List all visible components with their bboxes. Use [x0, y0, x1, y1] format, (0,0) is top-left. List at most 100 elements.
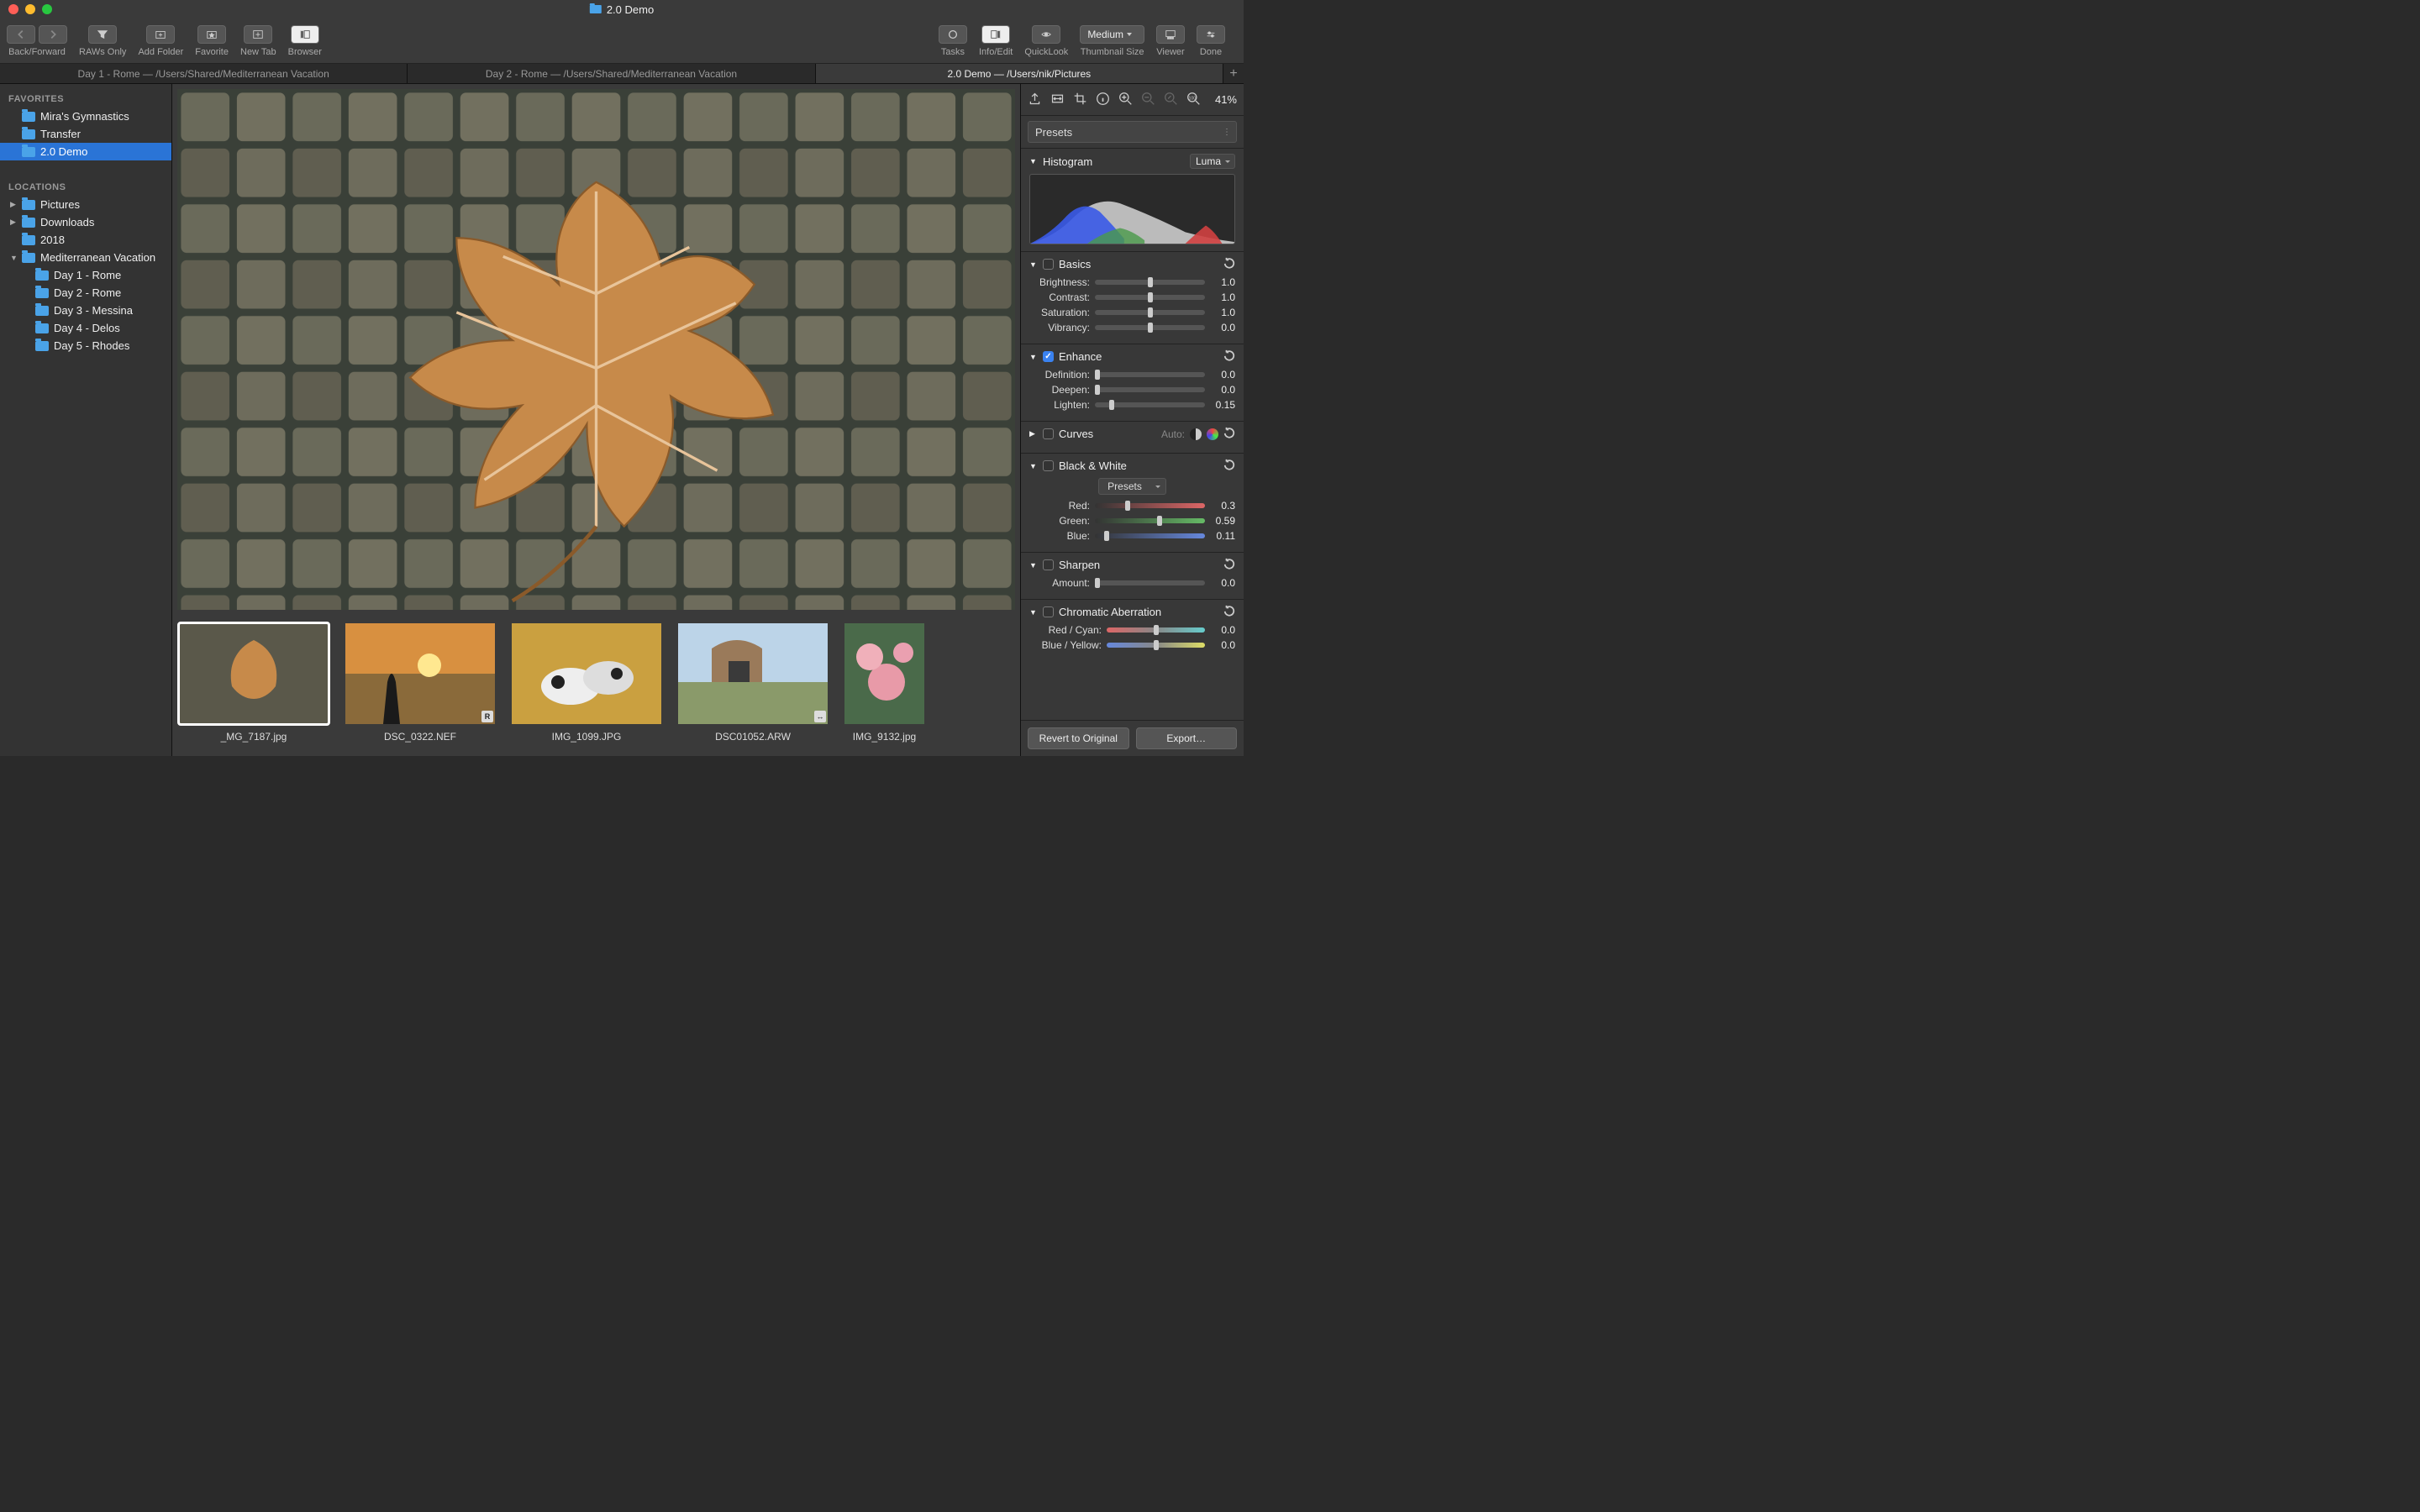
crop-icon[interactable]	[1073, 92, 1087, 108]
reset-icon[interactable]	[1223, 349, 1235, 364]
revert-button[interactable]: Revert to Original	[1028, 727, 1129, 749]
reset-icon[interactable]	[1223, 605, 1235, 619]
sidebar-item[interactable]: Transfer	[0, 125, 171, 143]
favorite-button[interactable]	[197, 25, 226, 44]
tab[interactable]: 2.0 Demo — /Users/nik/Pictures	[816, 64, 1223, 83]
sidebar-item[interactable]: Mira's Gymnastics	[0, 108, 171, 125]
section-header[interactable]: ▼ Black & White	[1029, 459, 1235, 473]
info-icon[interactable]	[1096, 92, 1110, 108]
add-folder-button[interactable]	[146, 25, 175, 44]
sidebar-item[interactable]: Day 3 - Messina	[0, 302, 171, 319]
definition-slider[interactable]	[1095, 372, 1205, 377]
select-value: Presets	[1107, 480, 1142, 492]
ca-red-cyan-slider[interactable]	[1107, 627, 1205, 633]
sidebar-item[interactable]: ▶Pictures	[0, 196, 171, 213]
thumbnail[interactable]: ↔ DSC01052.ARW	[678, 623, 828, 756]
thumbnail-image[interactable]	[512, 623, 661, 724]
sidebar-item[interactable]: 2.0 Demo	[0, 143, 171, 160]
folder-icon	[22, 218, 35, 228]
auto-color-button[interactable]	[1207, 428, 1218, 440]
toolbar-tasks: Tasks	[939, 25, 967, 57]
image-preview[interactable]	[172, 84, 1020, 615]
section-checkbox[interactable]	[1043, 351, 1054, 362]
tab[interactable]: Day 2 - Rome — /Users/Shared/Mediterrane…	[408, 64, 815, 83]
contrast-slider[interactable]	[1095, 295, 1205, 300]
thumbnail-image[interactable]: R	[345, 623, 495, 724]
section-checkbox[interactable]	[1043, 428, 1054, 439]
sidebar-item[interactable]: ▼Mediterranean Vacation	[0, 249, 171, 266]
histogram-mode-select[interactable]: Luma	[1190, 154, 1235, 169]
vibrancy-slider[interactable]	[1095, 325, 1205, 330]
section-header[interactable]: ▼ Basics	[1029, 257, 1235, 271]
select-value: Medium	[1087, 29, 1123, 40]
forward-button[interactable]	[39, 25, 67, 44]
section-checkbox[interactable]	[1043, 606, 1054, 617]
tasks-button[interactable]	[939, 25, 967, 44]
thumbnail[interactable]: R DSC_0322.NEF	[345, 623, 495, 756]
zoom-in-icon[interactable]	[1118, 92, 1133, 108]
fullscreen-window-button[interactable]	[42, 4, 52, 14]
reset-icon[interactable]	[1223, 558, 1235, 572]
quicklook-button[interactable]	[1032, 25, 1060, 44]
viewer-button[interactable]	[1156, 25, 1185, 44]
reset-icon[interactable]	[1223, 257, 1235, 271]
bw-green-slider[interactable]	[1095, 518, 1205, 523]
section-basics: ▼ Basics Brightness:1.0 Contrast:1.0 Sat…	[1021, 251, 1244, 344]
thumbnail-image[interactable]: ↔	[678, 623, 828, 724]
thumbnail-image[interactable]	[844, 623, 924, 724]
bw-red-slider[interactable]	[1095, 503, 1205, 508]
sidebar-item[interactable]: Day 2 - Rome	[0, 284, 171, 302]
zoom-reset-icon[interactable]	[1164, 92, 1178, 108]
tab[interactable]: Day 1 - Rome — /Users/Shared/Mediterrane…	[0, 64, 408, 83]
thumbnail[interactable]: _MG_7187.jpg	[179, 623, 329, 756]
thumbnail[interactable]: IMG_9132.jpg	[844, 623, 924, 756]
section-header[interactable]: ▼ Histogram Luma	[1029, 154, 1235, 169]
thumbnail-size-select[interactable]: Medium	[1080, 25, 1144, 44]
reset-icon[interactable]	[1223, 427, 1235, 441]
disclosure-icon: ▼	[1029, 561, 1038, 570]
filmstrip[interactable]: _MG_7187.jpg R DSC_0322.NEF IMG_1099.JPG…	[172, 615, 1020, 756]
sidebar-item[interactable]: ▶Downloads	[0, 213, 171, 231]
add-tab-button[interactable]: +	[1223, 64, 1244, 83]
section-header[interactable]: ▼ Enhance	[1029, 349, 1235, 364]
lighten-slider[interactable]	[1095, 402, 1205, 407]
thumbnail[interactable]: IMG_1099.JPG	[512, 623, 661, 756]
saturation-slider[interactable]	[1095, 310, 1205, 315]
zoom-out-icon[interactable]	[1141, 92, 1155, 108]
export-button[interactable]: Export…	[1136, 727, 1238, 749]
sidebar-item[interactable]: Day 4 - Delos	[0, 319, 171, 337]
param-value: 0.0	[1210, 624, 1235, 636]
bw-blue-slider[interactable]	[1095, 533, 1205, 538]
section-checkbox[interactable]	[1043, 460, 1054, 471]
new-tab-button[interactable]	[244, 25, 272, 44]
sidebar-item[interactable]: Day 1 - Rome	[0, 266, 171, 284]
param-label: Blue:	[1029, 530, 1090, 542]
done-button[interactable]	[1197, 25, 1225, 44]
presets-dropdown[interactable]: Presets	[1028, 121, 1237, 143]
zoom-100-icon[interactable]: 100	[1186, 92, 1201, 108]
section-header[interactable]: ▼ Chromatic Aberration	[1029, 605, 1235, 619]
param-value: 0.15	[1210, 399, 1235, 411]
deepen-slider[interactable]	[1095, 387, 1205, 392]
close-window-button[interactable]	[8, 4, 18, 14]
minimize-window-button[interactable]	[25, 4, 35, 14]
section-checkbox[interactable]	[1043, 259, 1054, 270]
export-icon[interactable]	[1028, 92, 1042, 108]
brightness-slider[interactable]	[1095, 280, 1205, 285]
sidebar-item[interactable]: Day 5 - Rhodes	[0, 337, 171, 354]
info-edit-button[interactable]	[981, 25, 1010, 44]
back-button[interactable]	[7, 25, 35, 44]
section-checkbox[interactable]	[1043, 559, 1054, 570]
raws-only-button[interactable]	[88, 25, 117, 44]
bw-presets-select[interactable]: Presets	[1098, 478, 1166, 495]
auto-luma-button[interactable]	[1190, 428, 1202, 440]
thumbnail-image[interactable]	[179, 623, 329, 724]
fit-icon[interactable]	[1050, 92, 1065, 108]
sharpen-amount-slider[interactable]	[1095, 580, 1205, 585]
browser-button[interactable]	[291, 25, 319, 44]
ca-blue-yellow-slider[interactable]	[1107, 643, 1205, 648]
section-header[interactable]: ▶ Curves Auto:	[1029, 427, 1235, 441]
sidebar-item[interactable]: 2018	[0, 231, 171, 249]
reset-icon[interactable]	[1223, 459, 1235, 473]
section-header[interactable]: ▼ Sharpen	[1029, 558, 1235, 572]
